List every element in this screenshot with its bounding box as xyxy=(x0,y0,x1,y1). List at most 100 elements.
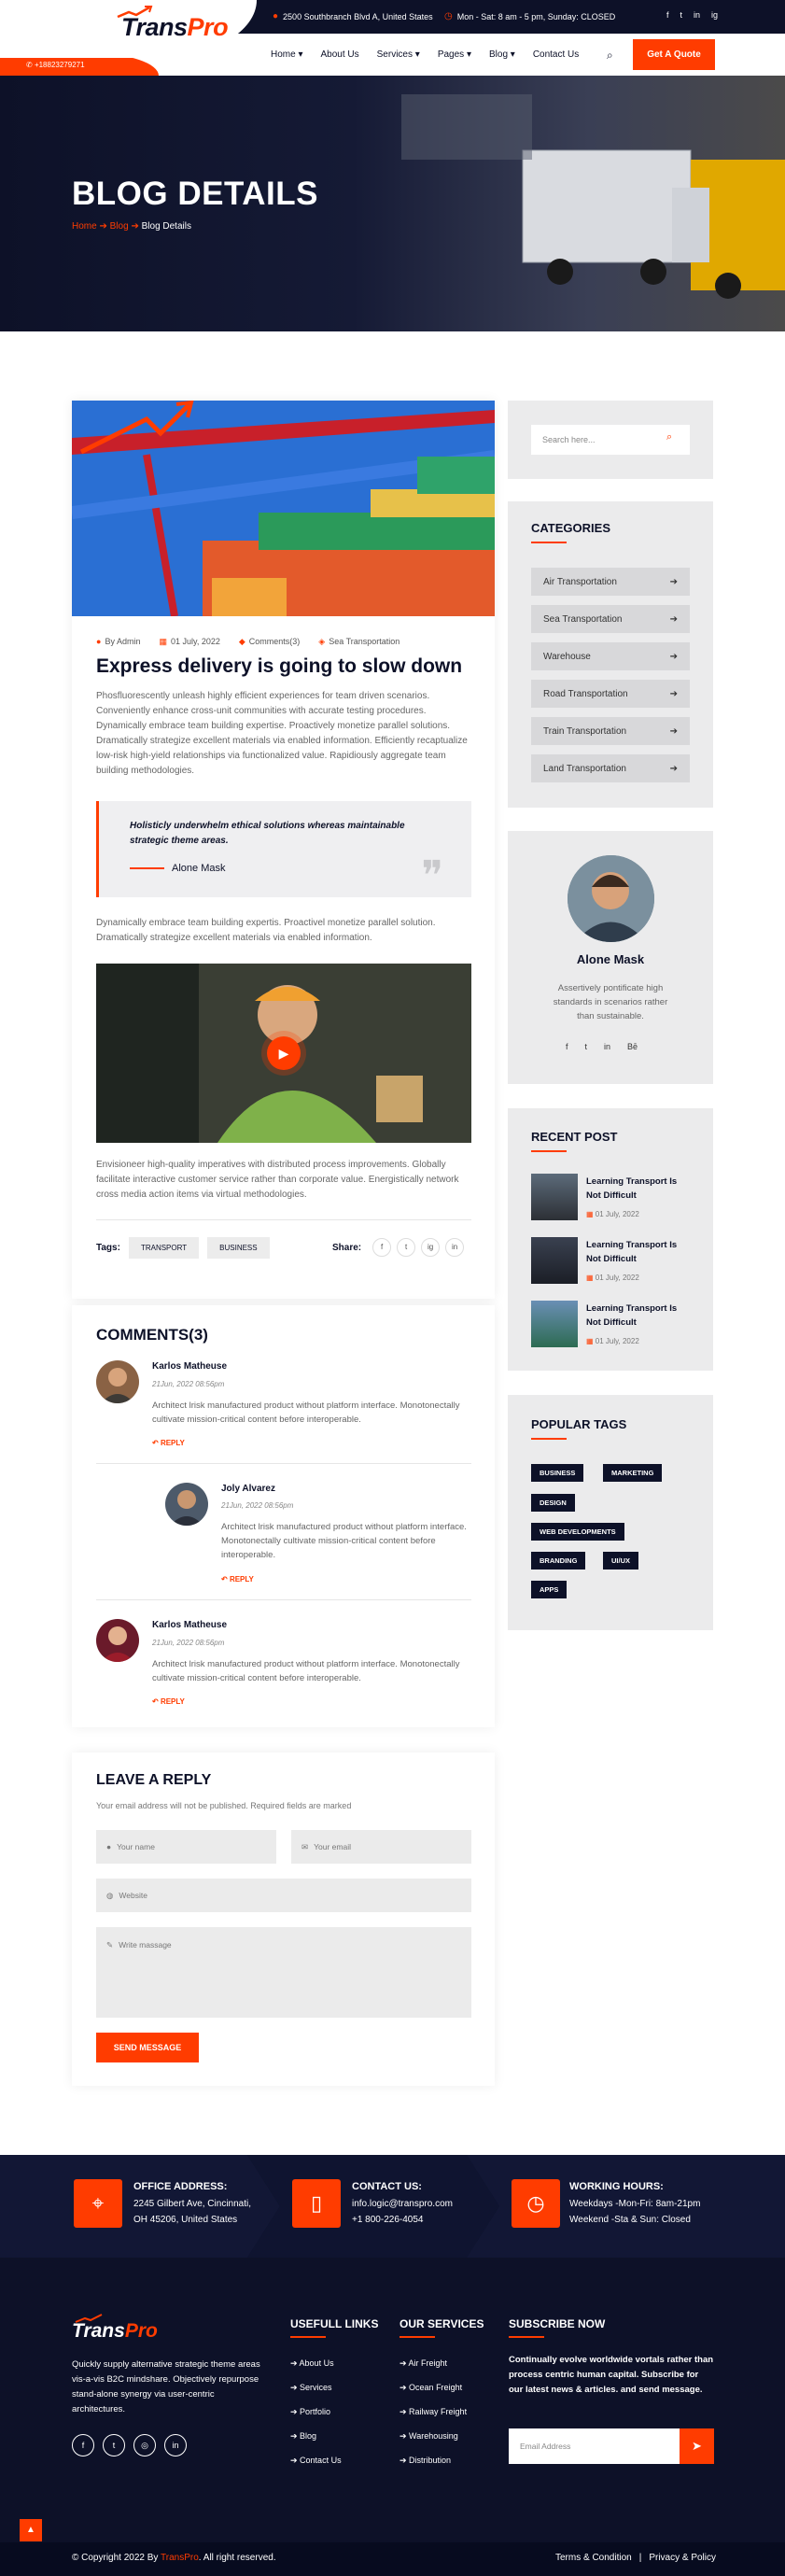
envelope-icon: ✉ xyxy=(301,1841,309,1851)
footer-logo[interactable]: TransPro xyxy=(72,2314,158,2343)
recent-post-title[interactable]: Learning Transport Is Not Difficult xyxy=(586,1302,689,1330)
category-item[interactable]: Train Transportation ➔ xyxy=(531,717,690,745)
post-tags: Tags: TRANSPORT BUSINESS xyxy=(96,1237,270,1259)
tag-business[interactable]: BUSINESS xyxy=(207,1237,270,1259)
category-item[interactable]: Warehouse ➔ xyxy=(531,642,690,670)
get-quote-button[interactable]: Get A Quote xyxy=(633,39,715,70)
reply-button[interactable]: ↶ REPLY xyxy=(152,1439,185,1447)
popular-tag[interactable]: BRANDING xyxy=(531,1552,586,1570)
popular-tag[interactable]: UI/UX xyxy=(603,1552,639,1570)
facebook-icon[interactable]: f xyxy=(666,10,669,20)
comment-author: Joly Alvarez xyxy=(221,1484,275,1494)
twitter-icon[interactable]: t xyxy=(680,10,682,20)
facebook-icon[interactable]: f xyxy=(566,1042,568,1051)
email-field[interactable]: ✉ Your email xyxy=(291,1830,471,1864)
meta-category[interactable]: ◈ Sea Transportation xyxy=(318,637,400,647)
website-field[interactable]: ◍ Website xyxy=(96,1879,471,1912)
linkedin-icon[interactable]: in xyxy=(694,10,700,20)
nav-services[interactable]: Services ▾ xyxy=(377,49,420,60)
share-linkedin-icon[interactable]: in xyxy=(445,1238,465,1257)
footer-service-link[interactable]: ➔ Air Freight xyxy=(400,2351,467,2375)
behance-icon[interactable]: Bē xyxy=(627,1042,638,1051)
reply-icon: ↶ xyxy=(221,1575,230,1584)
recent-thumb[interactable] xyxy=(531,1237,578,1284)
play-icon[interactable]: ▶ xyxy=(267,1036,301,1070)
search-icon[interactable]: ⌕ xyxy=(607,49,613,63)
privacy-link[interactable]: Privacy & Policy xyxy=(649,2553,716,2563)
subscribe-email-input[interactable]: Email Address xyxy=(509,2428,680,2464)
share-twitter-icon[interactable]: t xyxy=(397,1238,416,1257)
popular-tag[interactable]: MARKETING xyxy=(603,1464,663,1482)
footer-service-link[interactable]: ➔ Distribution xyxy=(400,2448,467,2472)
nav-blog[interactable]: Blog ▾ xyxy=(489,49,515,60)
address-info: ● 2500 Southbranch Blvd A, United States xyxy=(273,11,433,21)
reply-form-title: LEAVE A REPLY xyxy=(96,1772,212,1788)
reply-button[interactable]: ↶ REPLY xyxy=(152,1697,185,1706)
twitter-icon[interactable]: t xyxy=(585,1042,588,1051)
tag-transport[interactable]: TRANSPORT xyxy=(128,1237,200,1259)
nav-pages[interactable]: Pages ▾ xyxy=(438,49,471,60)
facebook-icon[interactable]: f xyxy=(72,2434,94,2456)
footer-link[interactable]: ➔ Services xyxy=(290,2375,342,2400)
recent-title: RECENT POST xyxy=(531,1130,618,1144)
footer-service-link[interactable]: ➔ Ocean Freight xyxy=(400,2375,467,2400)
meta-comments[interactable]: ◆ Comments(3) xyxy=(239,637,300,647)
quote-author: Alone Mask xyxy=(130,863,225,874)
category-item[interactable]: Land Transportation ➔ xyxy=(531,754,690,782)
popular-tag[interactable]: BUSINESS xyxy=(531,1464,584,1482)
terms-link[interactable]: Terms & Condition xyxy=(555,2553,632,2563)
footer-link[interactable]: ➔ Portfolio xyxy=(290,2400,342,2424)
recent-post-date: ▦ 01 July, 2022 xyxy=(586,1274,639,1282)
title-underline xyxy=(400,2336,435,2338)
popular-tag[interactable]: WEB DEVELOPMENTS xyxy=(531,1523,624,1541)
message-field[interactable]: ✎ Write massage xyxy=(96,1927,471,2018)
send-icon[interactable]: ➤ xyxy=(680,2428,714,2464)
comment-text: Architect lrisk manufactured product wit… xyxy=(152,1659,460,1683)
reply-button[interactable]: ↶ REPLY xyxy=(221,1575,254,1584)
footer-link[interactable]: ➔ Blog xyxy=(290,2424,342,2448)
crumb-current: Blog Details xyxy=(141,221,191,232)
scroll-top-button[interactable]: ▲ xyxy=(20,2519,42,2541)
footer-about: Quickly supply alternative strategic the… xyxy=(72,2359,260,2414)
video-thumbnail[interactable]: ▶ xyxy=(96,964,471,1143)
footer-link[interactable]: ➔ Contact Us xyxy=(290,2448,342,2472)
category-item[interactable]: Road Transportation ➔ xyxy=(531,680,690,708)
nav-contact[interactable]: Contact Us xyxy=(533,49,579,60)
category-item[interactable]: Air Transportation ➔ xyxy=(531,568,690,596)
nav-home[interactable]: Home ▾ xyxy=(271,49,303,60)
linkedin-icon[interactable]: in xyxy=(164,2434,187,2456)
crumb-blog[interactable]: Blog xyxy=(110,221,129,232)
recent-post-title[interactable]: Learning Transport Is Not Difficult xyxy=(586,1175,689,1203)
services-links: ➔ Air Freight ➔ Ocean Freight ➔ Railway … xyxy=(400,2351,467,2472)
share-facebook-icon[interactable]: f xyxy=(372,1238,392,1257)
crumb-home[interactable]: Home xyxy=(72,221,97,232)
linkedin-icon[interactable]: in xyxy=(604,1042,610,1051)
popular-tag[interactable]: APPS xyxy=(531,1581,568,1598)
share-instagram-icon[interactable]: ig xyxy=(421,1238,441,1257)
popular-tag[interactable]: DESIGN xyxy=(531,1494,575,1512)
whatsapp-icon[interactable]: ◎ xyxy=(133,2434,156,2456)
recent-post-title[interactable]: Learning Transport Is Not Difficult xyxy=(586,1238,689,1266)
chevron-up-icon: ▲ xyxy=(26,2525,35,2535)
search-icon[interactable]: ⌕ xyxy=(666,431,672,443)
logo[interactable]: TransPro xyxy=(117,6,229,42)
recent-thumb[interactable] xyxy=(531,1174,578,1220)
category-item[interactable]: Sea Transportation ➔ xyxy=(531,605,690,633)
logo-arrow-icon xyxy=(117,6,153,19)
name-field[interactable]: ● Your name xyxy=(96,1830,276,1864)
send-message-button[interactable]: SEND MESSAGE xyxy=(96,2033,199,2062)
post-paragraph-2: Dynamically embrace team building expert… xyxy=(96,918,436,943)
profile-name: Alone Mask xyxy=(576,952,645,966)
instagram-icon[interactable]: ig xyxy=(711,10,718,20)
user-icon: ● xyxy=(106,1842,112,1851)
footer-service-link[interactable]: ➔ Warehousing xyxy=(400,2424,467,2448)
nav-about[interactable]: About Us xyxy=(321,49,359,60)
twitter-icon[interactable]: t xyxy=(103,2434,125,2456)
comment-text: Architect lrisk manufactured product wit… xyxy=(221,1522,467,1560)
logo-arrow-icon xyxy=(75,2314,103,2323)
globe-icon: ◍ xyxy=(106,1890,114,1900)
divider xyxy=(96,1219,471,1220)
recent-thumb[interactable] xyxy=(531,1301,578,1347)
footer-service-link[interactable]: ➔ Railway Freight xyxy=(400,2400,467,2424)
footer-link[interactable]: ➔ About Us xyxy=(290,2351,342,2375)
